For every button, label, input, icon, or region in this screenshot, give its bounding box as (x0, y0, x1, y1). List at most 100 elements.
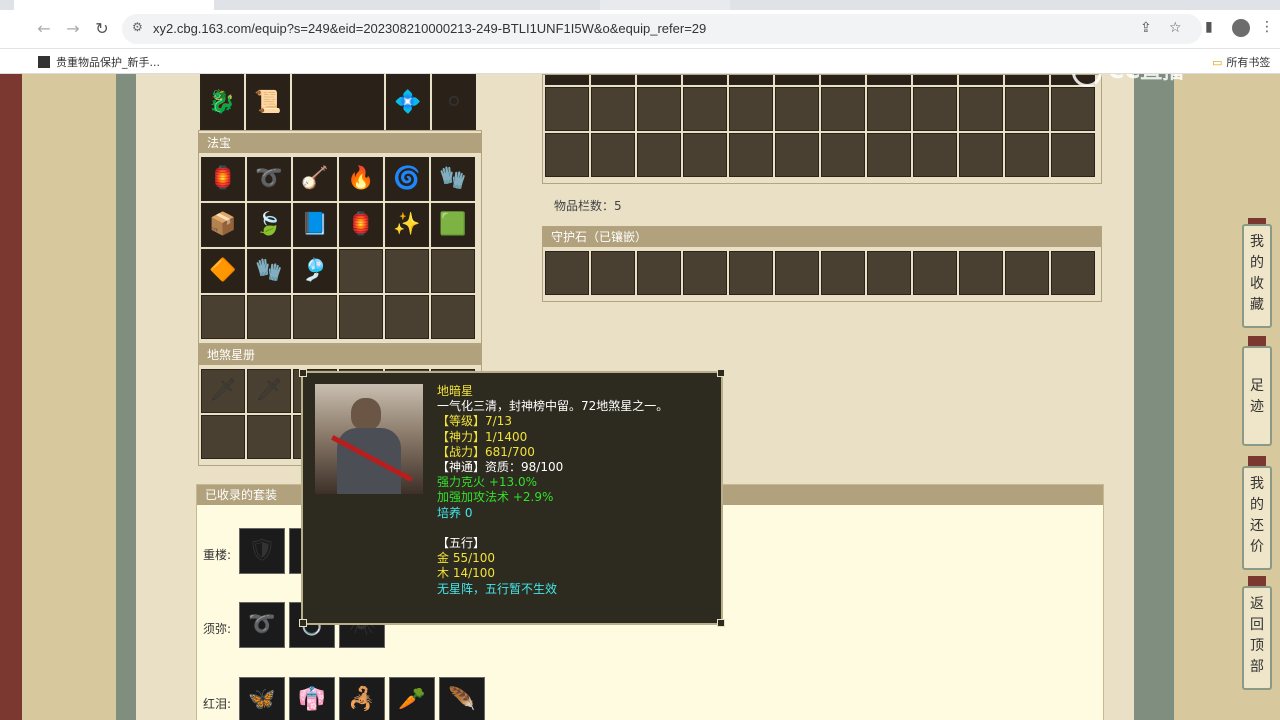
inventory-slot[interactable] (729, 87, 773, 131)
profile-avatar[interactable] (1232, 19, 1250, 37)
inventory-slot[interactable] (959, 75, 1003, 85)
inventory-slot[interactable] (591, 87, 635, 131)
guard-stone-slot[interactable] (959, 251, 1003, 295)
browser-tab[interactable] (14, 0, 214, 10)
guard-stone-slot[interactable] (729, 251, 773, 295)
address-bar[interactable]: ⚙ xy2.cbg.163.com/equip?s=249&eid=202308… (122, 14, 1202, 44)
inventory-slot[interactable] (637, 87, 681, 131)
favorites-button[interactable]: 我的收藏 (1242, 224, 1272, 328)
inventory-slot[interactable] (591, 75, 635, 85)
inventory-slot[interactable] (775, 133, 819, 177)
inventory-slot[interactable] (867, 75, 911, 85)
disha-slot[interactable] (201, 415, 245, 459)
menu-kebab-icon[interactable]: ⋮ (1260, 19, 1274, 35)
history-button[interactable]: 足迹 (1242, 346, 1272, 446)
inventory-slot[interactable] (959, 87, 1003, 131)
suit-item-icon[interactable]: 🛡 (239, 528, 285, 574)
fabao-slot[interactable]: 🔥 (339, 157, 383, 201)
fabao-slot[interactable]: 📦 (201, 203, 245, 247)
fabao-slot[interactable]: 🌀 (385, 157, 429, 201)
inventory-slot[interactable] (775, 87, 819, 131)
inventory-slot[interactable] (545, 87, 589, 131)
inventory-slot[interactable] (729, 133, 773, 177)
equip-slot[interactable]: 📜 (246, 74, 290, 130)
fabao-slot[interactable] (431, 295, 475, 339)
inventory-slot[interactable] (913, 133, 957, 177)
reload-icon[interactable]: ↻ (92, 19, 112, 39)
inventory-slot[interactable] (821, 75, 865, 85)
inventory-slot[interactable] (683, 87, 727, 131)
back-to-top-button[interactable]: 返回顶部 (1242, 586, 1272, 690)
fabao-slot[interactable]: 📘 (293, 203, 337, 247)
share-icon[interactable]: ⇪ (1140, 20, 1152, 36)
fabao-slot[interactable]: 🏮 (201, 157, 245, 201)
suit-item-icon[interactable]: 🪶 (439, 677, 485, 720)
suit-item-icon[interactable]: 🦂 (339, 677, 385, 720)
fabao-slot[interactable]: 🧤 (247, 249, 291, 293)
side-panel-icon[interactable]: ▮ (1205, 19, 1213, 35)
disha-slot[interactable]: 🗡 (201, 369, 245, 413)
inventory-slot[interactable] (775, 75, 819, 85)
equip-slot[interactable]: 💠 (386, 74, 430, 130)
guard-stone-slot[interactable] (1005, 251, 1049, 295)
fabao-slot[interactable] (339, 295, 383, 339)
inventory-slot[interactable] (637, 75, 681, 85)
all-bookmarks[interactable]: ▭ 所有书签 (1212, 54, 1270, 70)
fabao-slot[interactable]: ✨ (385, 203, 429, 247)
fabao-slot[interactable] (385, 295, 429, 339)
guard-stone-slot[interactable] (775, 251, 819, 295)
inventory-slot[interactable] (683, 75, 727, 85)
fabao-slot[interactable] (293, 295, 337, 339)
guard-stone-slot[interactable] (545, 251, 589, 295)
bookmark-item[interactable]: 贵重物品保护_新手... (38, 54, 160, 70)
guard-stone-slot[interactable] (683, 251, 727, 295)
browser-tab-active[interactable] (600, 0, 730, 10)
bookmark-star-icon[interactable]: ☆ (1169, 20, 1182, 36)
inventory-slot[interactable] (591, 133, 635, 177)
inventory-slot[interactable] (1051, 133, 1095, 177)
my-offers-button[interactable]: 我的还价 (1242, 466, 1272, 570)
fabao-slot[interactable] (431, 249, 475, 293)
fabao-slot[interactable]: ➰ (247, 157, 291, 201)
suit-item-icon[interactable]: ➰ (239, 602, 285, 648)
fabao-slot[interactable]: 🟩 (431, 203, 475, 247)
guard-stone-slot[interactable] (913, 251, 957, 295)
suit-item-icon[interactable]: 👘 (289, 677, 335, 720)
inventory-slot[interactable] (867, 87, 911, 131)
equip-slot[interactable]: ⚪ (432, 74, 476, 130)
guard-stone-slot[interactable] (591, 251, 635, 295)
inventory-slot[interactable] (913, 75, 957, 85)
fabao-slot[interactable]: 🪕 (293, 157, 337, 201)
fabao-slot[interactable] (247, 295, 291, 339)
inventory-slot[interactable] (545, 133, 589, 177)
fabao-slot[interactable]: 🔶 (201, 249, 245, 293)
inventory-slot[interactable] (1005, 133, 1049, 177)
fabao-slot[interactable]: 🎐 (293, 249, 337, 293)
inventory-slot[interactable] (683, 133, 727, 177)
inventory-slot[interactable] (1005, 75, 1049, 85)
inventory-slot[interactable] (637, 133, 681, 177)
fabao-slot[interactable] (339, 249, 383, 293)
fabao-slot[interactable]: 🏮 (339, 203, 383, 247)
inventory-slot[interactable] (867, 133, 911, 177)
disha-slot[interactable]: 🗡 (247, 369, 291, 413)
guard-stone-slot[interactable] (821, 251, 865, 295)
url-text[interactable]: xy2.cbg.163.com/equip?s=249&eid=20230821… (153, 21, 706, 36)
inventory-slot[interactable] (1051, 87, 1095, 131)
site-info-icon[interactable]: ⚙ (132, 20, 143, 34)
inventory-slot[interactable] (913, 87, 957, 131)
fabao-slot[interactable]: 🧤 (431, 157, 475, 201)
guard-stone-slot[interactable] (867, 251, 911, 295)
fabao-slot[interactable] (201, 295, 245, 339)
suit-item-icon[interactable]: 🦋 (239, 677, 285, 720)
fabao-slot[interactable] (385, 249, 429, 293)
forward-arrow-icon[interactable]: → (63, 19, 83, 39)
fabao-slot[interactable]: 🍃 (247, 203, 291, 247)
guard-stone-slot[interactable] (1051, 251, 1095, 295)
disha-slot[interactable] (247, 415, 291, 459)
inventory-slot[interactable] (1005, 87, 1049, 131)
inventory-slot[interactable] (821, 133, 865, 177)
equip-slot[interactable]: 🐉 (200, 74, 244, 130)
back-arrow-icon[interactable]: ← (34, 19, 54, 39)
inventory-slot[interactable] (729, 75, 773, 85)
